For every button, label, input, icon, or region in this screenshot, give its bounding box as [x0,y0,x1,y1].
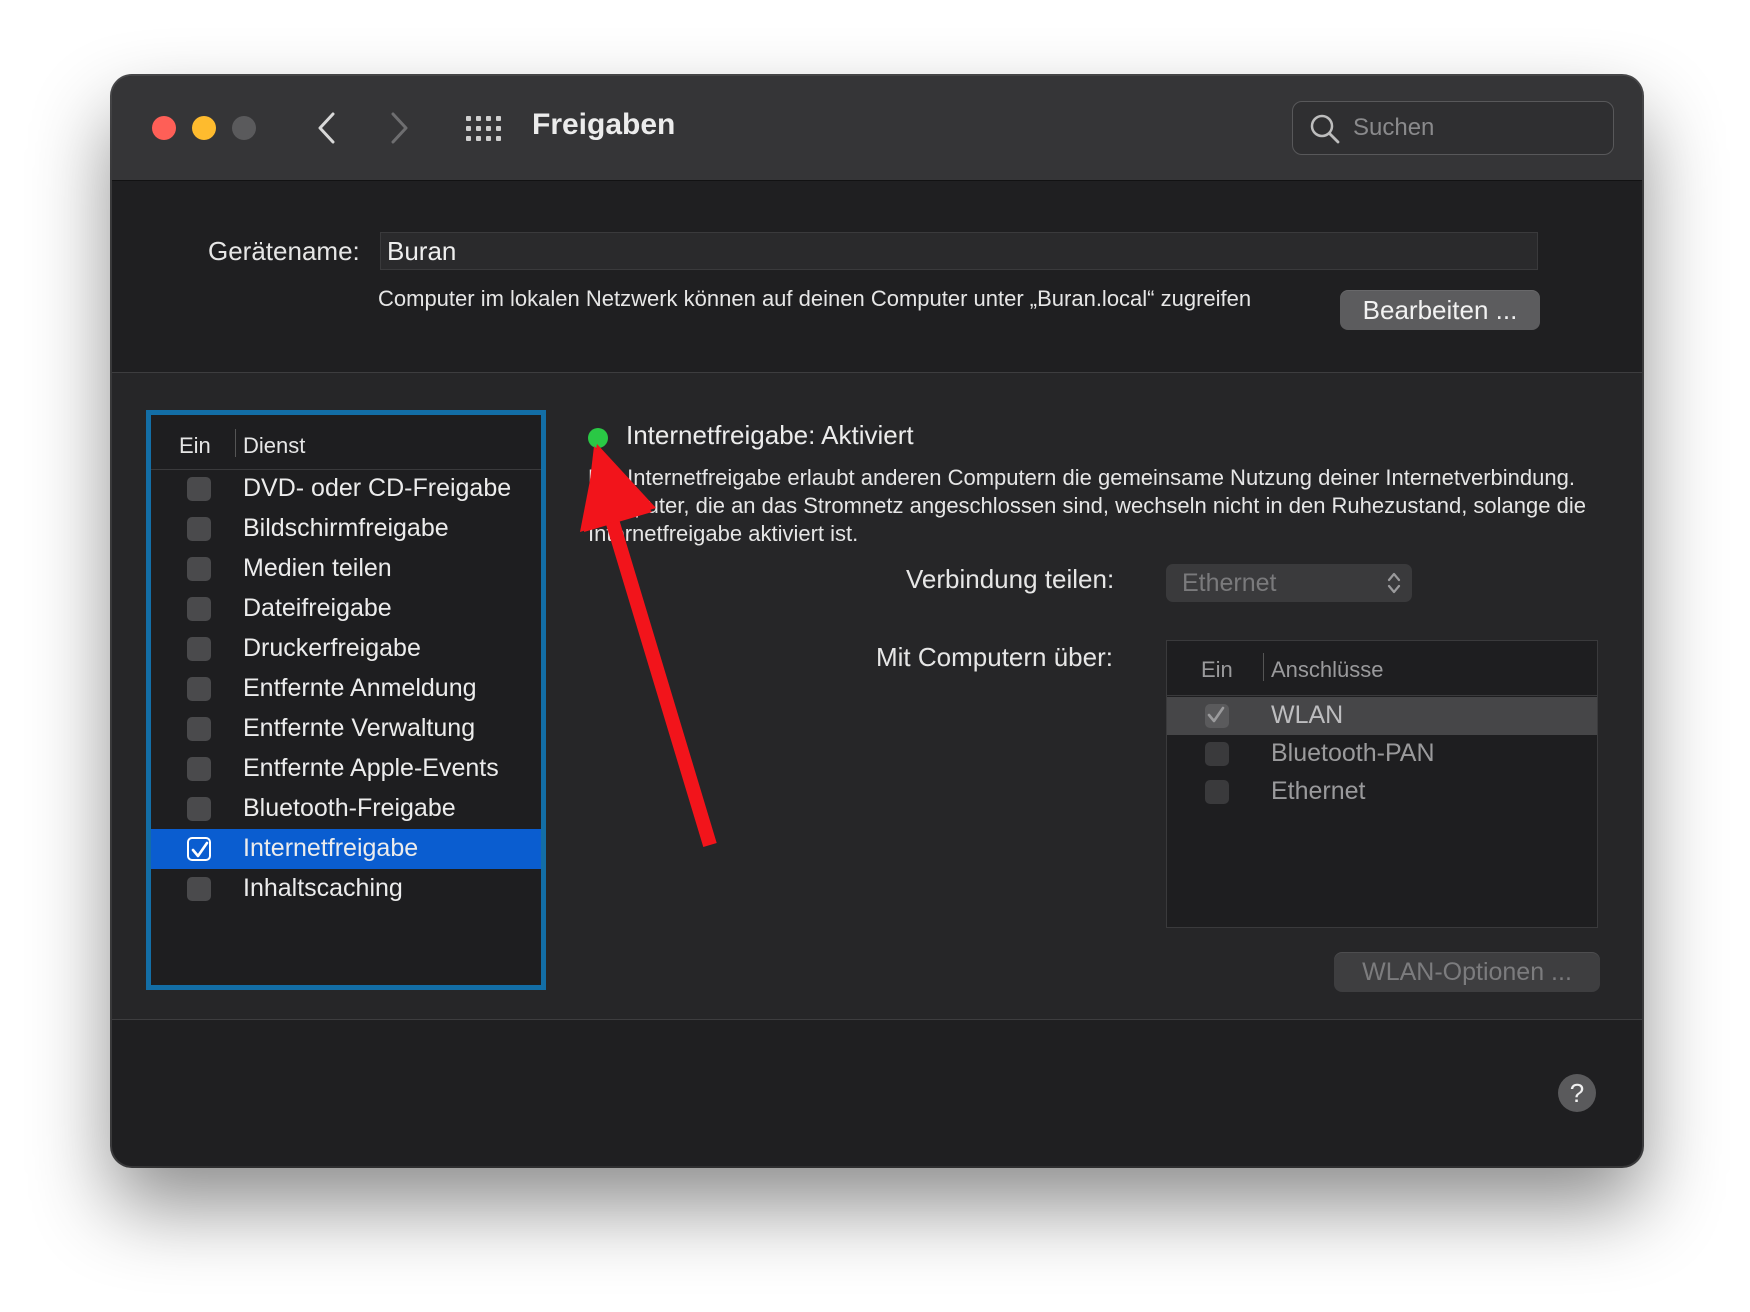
service-checkbox[interactable] [187,797,211,821]
share-connection-value: Ethernet [1182,569,1277,597]
close-button[interactable] [152,116,176,140]
device-name-info: Computer im lokalen Netzwerk können auf … [378,286,1252,311]
port-row[interactable]: WLAN [1167,697,1597,735]
service-row[interactable]: Inhaltscaching [151,869,541,909]
service-label: Bildschirmfreigabe [243,514,449,542]
service-checkbox[interactable] [187,557,211,581]
service-row[interactable]: Internetfreigabe [151,829,541,869]
service-label: Entfernte Apple-Events [243,754,499,782]
wlan-options-button[interactable]: WLAN-Optionen ... [1334,952,1600,992]
column-header-service[interactable]: Dienst [243,433,305,459]
status-indicator [588,428,608,448]
preferences-window: Freigaben Suchen Gerätename: Buran Compu… [112,76,1642,1166]
chevron-left-icon [318,112,335,144]
column-header-ports[interactable]: Anschlüsse [1271,657,1384,683]
ports-list: Ein Anschlüsse WLAN Bluetooth-PAN Ethernet [1166,640,1598,928]
service-checkbox[interactable] [187,877,211,901]
service-checkbox[interactable] [187,757,211,781]
column-header-on[interactable]: Ein [1201,657,1233,683]
chevron-updown-icon [1387,572,1401,594]
divider [112,1019,1642,1020]
back-button[interactable] [312,110,342,146]
search-field[interactable]: Suchen [1292,101,1614,155]
ports-rows: WLAN Bluetooth-PAN Ethernet [1167,697,1597,811]
services-list: Ein Dienst DVD- oder CD-Freigabe Bildschi… [146,410,546,990]
service-label: DVD- oder CD-Freigabe [243,474,512,502]
port-checkbox[interactable] [1205,780,1229,804]
service-label: Entfernte Anmeldung [243,674,477,702]
service-checkbox[interactable] [187,837,211,861]
column-header-on[interactable]: Ein [179,433,211,459]
service-checkbox[interactable] [187,477,211,501]
zoom-button[interactable] [232,116,256,140]
service-label: Internetfreigabe [243,834,419,862]
service-checkbox[interactable] [187,517,211,541]
service-checkbox[interactable] [187,717,211,741]
service-checkbox[interactable] [187,597,211,621]
share-connection-label: Verbindung teilen: [906,564,1115,594]
device-name-label: Gerätename: [208,236,360,266]
share-connection-popup[interactable]: Ethernet [1166,564,1412,602]
forward-button[interactable] [384,110,414,146]
service-row[interactable]: Bildschirmfreigabe [151,509,541,549]
search-placeholder: Suchen [1353,114,1435,141]
title-bar: Freigaben Suchen [112,76,1642,181]
service-description: Die Internetfreigabe erlaubt anderen Com… [588,465,1586,546]
service-checkbox[interactable] [187,637,211,661]
window-title: Freigaben [532,108,676,141]
port-row[interactable]: Bluetooth-PAN [1167,735,1597,773]
ports-label: Mit Computern über: [876,642,1113,672]
service-row[interactable]: Entfernte Verwaltung [151,709,541,749]
column-separator [1263,653,1264,681]
service-row[interactable]: Medien teilen [151,549,541,589]
checkmark-icon [1207,706,1225,723]
service-label: Inhaltscaching [243,874,403,902]
show-all-grid-icon[interactable] [464,114,504,144]
services-list-header: Ein Dienst [151,415,541,470]
column-separator [235,429,236,457]
service-row[interactable]: Bluetooth-Freigabe [151,789,541,829]
port-row[interactable]: Ethernet [1167,773,1597,811]
minimize-button[interactable] [192,116,216,140]
port-checkbox[interactable] [1205,742,1229,766]
status-text: Internetfreigabe: Aktiviert [626,420,914,450]
port-label: Bluetooth-PAN [1271,739,1435,767]
device-name-field[interactable]: Buran [380,232,1538,270]
service-row[interactable]: Entfernte Anmeldung [151,669,541,709]
service-checkbox[interactable] [187,677,211,701]
port-label: Ethernet [1271,777,1366,805]
service-row[interactable]: Dateifreigabe [151,589,541,629]
service-row[interactable]: DVD- oder CD-Freigabe [151,469,541,509]
edit-button[interactable]: Bearbeiten ... [1340,290,1540,330]
service-label: Dateifreigabe [243,594,392,622]
service-label: Entfernte Verwaltung [243,714,476,742]
service-row[interactable]: Entfernte Apple-Events [151,749,541,789]
service-label: Medien teilen [243,554,392,582]
ports-list-header: Ein Anschlüsse [1167,641,1597,696]
checkmark-icon [191,841,209,858]
service-label: Druckerfreigabe [243,634,421,662]
service-label: Bluetooth-Freigabe [243,794,456,822]
service-row[interactable]: Druckerfreigabe [151,629,541,669]
port-checkbox[interactable] [1205,704,1229,728]
chevron-right-icon [391,112,408,144]
help-button[interactable]: ? [1558,1074,1596,1112]
services-rows: DVD- oder CD-Freigabe Bildschirmfreigabe M… [151,469,541,909]
search-icon [1310,114,1340,144]
port-label: WLAN [1271,701,1344,729]
